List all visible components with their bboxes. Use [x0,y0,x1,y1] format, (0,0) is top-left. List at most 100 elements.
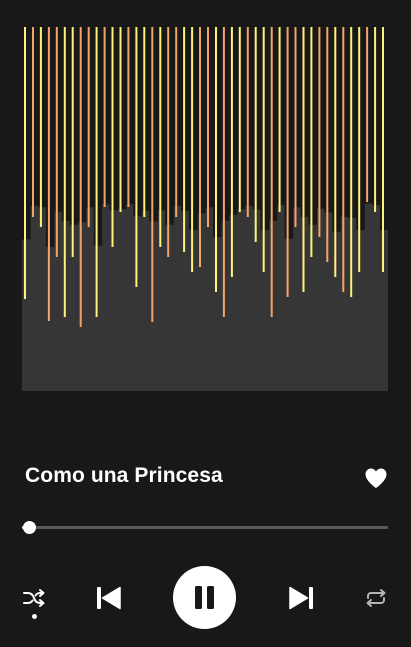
artwork-bar [191,27,194,272]
artwork-shade [332,202,341,232]
artwork-bar [222,27,225,317]
next-track-button[interactable] [287,584,315,612]
artwork-shade [61,202,71,221]
artwork-bar [55,27,58,257]
artwork-shade [109,202,119,211]
pause-icon [195,586,214,609]
artwork-shade [53,202,63,212]
artwork-shade [324,202,333,213]
artwork-shade [340,202,349,217]
artwork-bar [230,27,233,277]
artwork-bar [95,27,98,317]
artwork-shade [244,202,254,206]
track-title: Como una Princesa [25,464,223,487]
progress-track [22,526,388,529]
artwork-bar [111,27,114,247]
artwork-bar [350,27,353,297]
artwork-shade [356,202,365,230]
artwork-bar [270,27,273,317]
artwork-bar [24,27,26,299]
artwork-bar [254,27,257,242]
progress-thumb[interactable] [23,521,36,534]
artwork-bar [318,27,321,237]
artwork-bar [47,27,50,321]
like-button[interactable] [364,467,388,489]
artwork-shade [93,202,103,246]
equalizer-bars-artwork [22,27,388,391]
artwork-shade [260,202,270,230]
artwork-shade [276,202,286,205]
artwork-shade [45,202,55,248]
artwork-shade [236,202,246,209]
artwork-bar [382,27,384,272]
artwork-bar [215,27,217,292]
artwork-shade [165,202,174,225]
artwork-bar [366,27,369,202]
artwork-shade [133,202,142,217]
artwork-bar [183,27,186,252]
artwork-shade [125,202,134,205]
artwork-shade [189,202,198,230]
artwork-shade [101,202,111,205]
shuffle-button[interactable] [22,587,46,609]
artwork-shade [77,202,87,223]
artwork-shade [197,202,206,214]
heart-icon [365,468,387,488]
shuffle-icon [23,589,45,607]
artwork-shade [228,202,238,215]
artwork-shade [252,202,262,210]
artwork-shade [213,202,222,237]
artwork-shade [157,202,166,211]
artwork-shade [284,202,294,239]
artwork-shade [141,202,150,211]
artwork-bar [103,27,106,207]
previous-track-button[interactable] [95,584,123,612]
repeat-button[interactable] [364,587,388,609]
artwork-bar [87,27,90,227]
artwork-bar [246,27,249,217]
repeat-icon [366,589,386,607]
album-artwork [22,27,388,391]
artwork-bar [342,27,345,292]
artwork-bar [127,27,130,207]
artwork-bar [302,27,305,292]
playback-progress-slider[interactable] [22,518,388,538]
artwork-shade [85,202,95,208]
artwork-shade [308,202,317,225]
artwork-shade [316,202,325,209]
artwork-bar [167,27,170,257]
artwork-bar [71,27,74,257]
artwork-bar [262,27,265,272]
artwork-shade [181,202,190,211]
artwork-shade [292,202,302,208]
artwork-bar [63,27,66,317]
artwork-bar [294,27,297,227]
artwork-shade [364,202,373,204]
artwork-shade [37,202,47,208]
artwork-bar [199,27,201,267]
artwork-shade [348,202,357,218]
artwork-bar [39,27,42,227]
artwork-bar [119,27,122,212]
artwork-bar [175,27,178,217]
artwork-shade [149,202,158,222]
artwork-bar [143,27,146,217]
artwork-shade [173,202,182,206]
artwork-bar [374,27,377,212]
artwork-shade [69,202,79,225]
shuffle-active-indicator [32,614,37,619]
track-info: Como una Princesa [25,458,391,498]
playback-controls [0,560,411,640]
artwork-bar [151,27,154,322]
artwork-bar [79,27,82,327]
artwork-bar [310,27,313,257]
artwork-bar [334,27,337,277]
artwork-bar [238,27,241,212]
artwork-bar [135,27,138,287]
play-pause-button[interactable] [173,566,236,629]
artwork-shade [30,202,39,206]
artwork-shade [372,202,381,205]
artwork-bar [326,27,329,262]
artwork-shade [268,202,278,221]
artwork-bar [32,27,34,217]
